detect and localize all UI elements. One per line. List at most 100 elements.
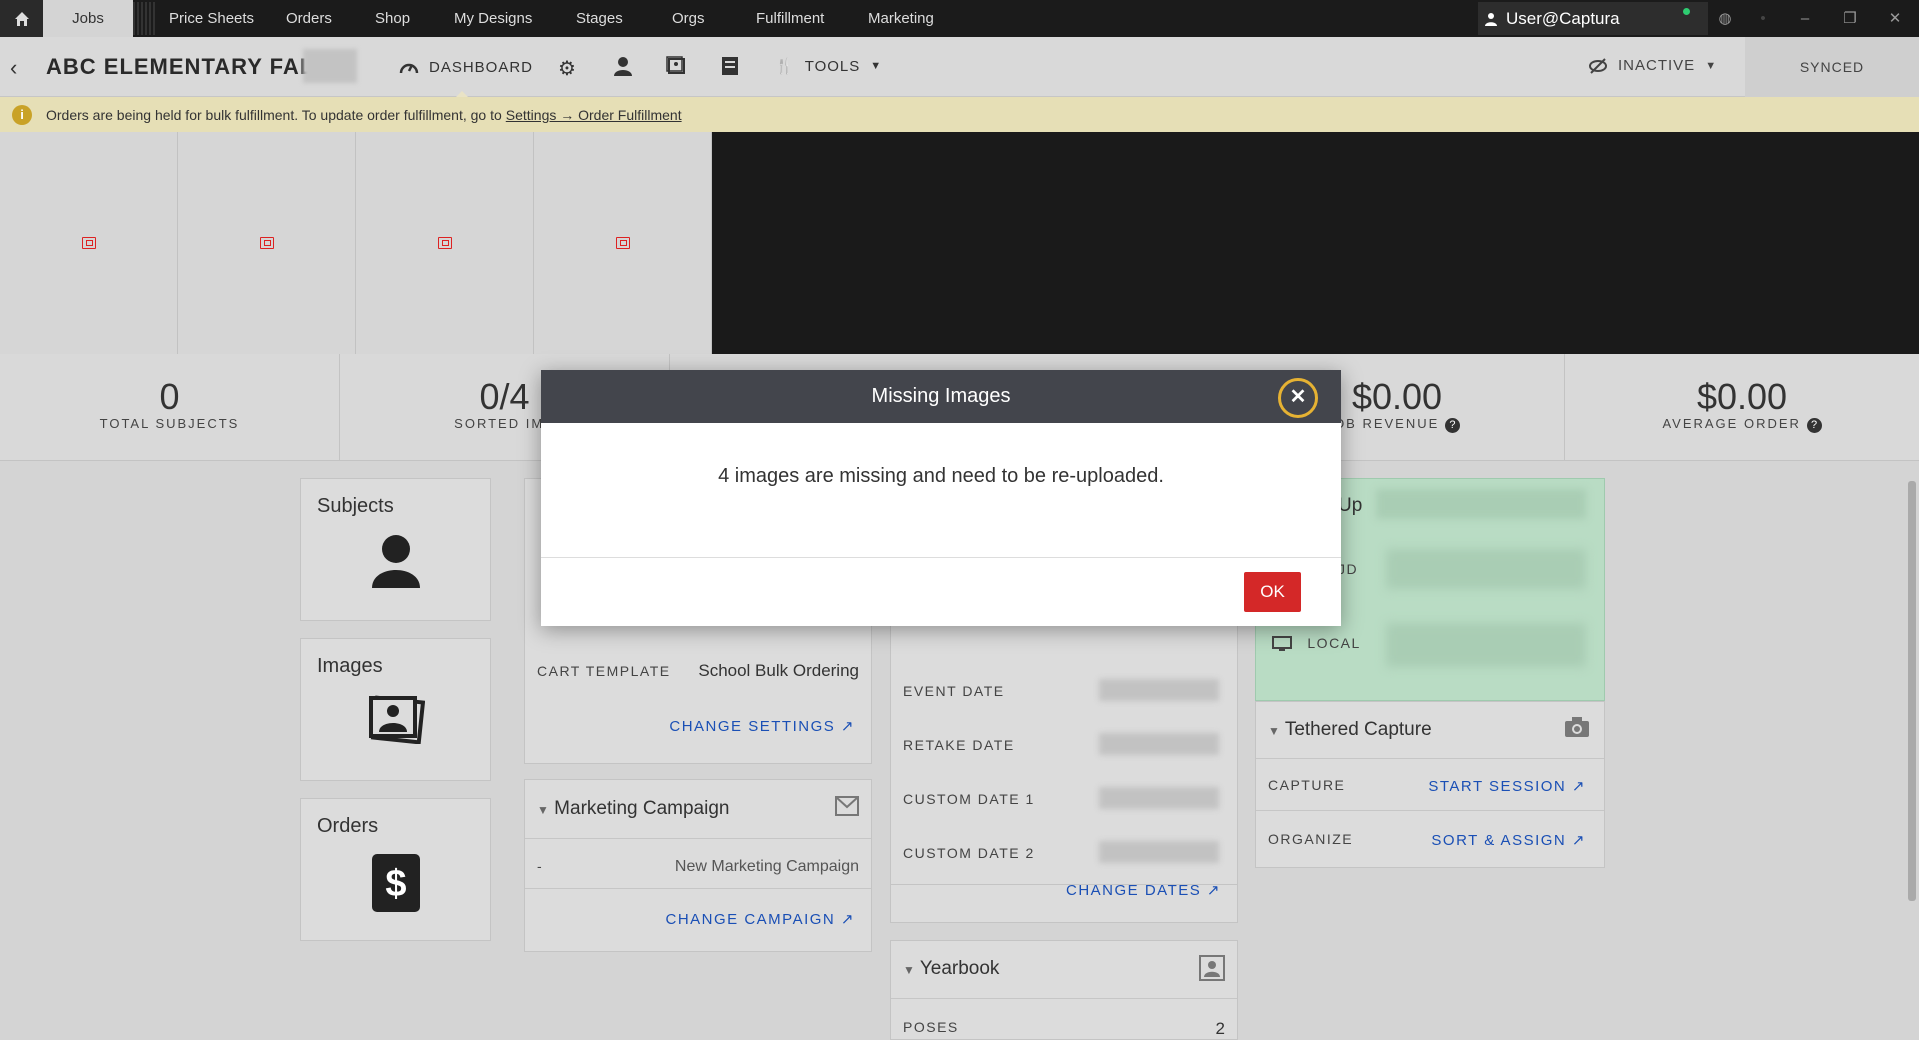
- change-dates-link[interactable]: CHANGE DATES ↗: [1066, 881, 1221, 899]
- tethered-capture-card: ▼ Tethered Capture CAPTURE START SESSION…: [1255, 701, 1605, 868]
- scrollbar[interactable]: [1905, 461, 1919, 1031]
- user-name: User@Captura: [1506, 8, 1620, 28]
- poses-label: POSES: [903, 1019, 959, 1035]
- external-arrow-icon: ↗: [840, 911, 855, 928]
- settings-gear-icon[interactable]: ⚙: [558, 56, 576, 81]
- tab-price-sheets[interactable]: Price Sheets: [169, 0, 254, 37]
- home-button[interactable]: [0, 0, 43, 37]
- card-title: Orders: [317, 815, 379, 837]
- start-session-link[interactable]: START SESSION ↗: [1428, 777, 1586, 795]
- stat-label: AVERAGE ORDER ?: [1565, 416, 1919, 433]
- stat-label: TOTAL SUBJECTS: [99, 416, 240, 431]
- user-menu[interactable]: User@Captura: [1478, 2, 1708, 35]
- sync-status[interactable]: SYNCED: [1745, 37, 1919, 97]
- capture-label: CAPTURE: [1268, 777, 1346, 793]
- image-strip: [0, 132, 712, 354]
- dialog-title: Missing Images: [541, 370, 1341, 423]
- change-campaign-link[interactable]: CHANGE CAMPAIGN ↗: [666, 910, 856, 928]
- image-thumbnail[interactable]: [178, 132, 356, 354]
- scrollbar-thumb[interactable]: [1908, 481, 1916, 901]
- user-icon: [1485, 12, 1497, 26]
- external-arrow-icon: ↗: [1206, 882, 1221, 899]
- restore-icon[interactable]: ❐: [1835, 0, 1865, 37]
- subjects-person-icon[interactable]: [613, 56, 633, 82]
- card-title: Images: [317, 655, 383, 677]
- globe-icon[interactable]: ◍: [1710, 0, 1740, 37]
- info-icon: i: [12, 104, 32, 125]
- redacted-value: [1099, 841, 1219, 863]
- close-window-icon[interactable]: ✕: [1880, 0, 1910, 37]
- images-gallery-icon[interactable]: [666, 56, 686, 82]
- redacted-value: [1099, 733, 1219, 755]
- alert-text: Orders are being held for bulk fulfillme…: [46, 106, 502, 123]
- dates-card-footer: CHANGE DATES ↗: [890, 882, 1238, 923]
- cart-template-value: School Bulk Ordering: [698, 661, 859, 680]
- svg-text:$: $: [385, 863, 406, 905]
- tethered-card-header[interactable]: ▼ Tethered Capture: [1268, 719, 1432, 741]
- campaign-name: New Marketing Campaign: [674, 858, 859, 875]
- image-thumbnail[interactable]: [0, 132, 178, 354]
- custom-date-1-row: CUSTOM DATE 1: [903, 787, 1225, 809]
- sort-assign-link[interactable]: SORT & ASSIGN ↗: [1431, 831, 1586, 849]
- order-fulfillment-link[interactable]: Settings → Order Fulfillment: [506, 107, 682, 123]
- yearbook-card: ▼ Yearbook POSES 2: [890, 940, 1238, 1040]
- dashboard-tab[interactable]: DASHBOARD: [399, 37, 533, 98]
- ok-button[interactable]: OK: [1244, 572, 1301, 612]
- job-title-redacted: [303, 49, 357, 83]
- tethered-card-title: Tethered Capture: [1284, 719, 1432, 740]
- missing-images-dialog: Missing Images ✕ 4 images are missing an…: [541, 370, 1341, 626]
- tab-my-designs[interactable]: My Designs: [454, 0, 532, 37]
- tab-stages[interactable]: Stages: [576, 0, 623, 37]
- redacted-value: [1099, 679, 1219, 701]
- retake-date-row: RETAKE DATE: [903, 733, 1225, 755]
- monitor-icon: [1272, 636, 1292, 652]
- divider: [891, 998, 1237, 999]
- external-arrow-icon: ↗: [1571, 778, 1586, 795]
- tab-orgs[interactable]: Orgs: [672, 0, 705, 37]
- marketing-card-header[interactable]: ▼ Marketing Campaign: [537, 798, 729, 820]
- orders-card[interactable]: Orders $: [300, 798, 491, 941]
- status-dropdown[interactable]: INACTIVE ▼: [1588, 57, 1717, 74]
- close-icon[interactable]: ✕: [1278, 378, 1318, 418]
- tab-jobs[interactable]: Jobs: [43, 0, 133, 37]
- tools-menu[interactable]: 🍴 TOOLS ▼: [775, 57, 882, 76]
- collapse-caret-icon: ▼: [537, 803, 549, 817]
- stat-value: $0.00: [1696, 376, 1788, 417]
- dollar-icon: $: [371, 854, 420, 917]
- dialog-message: 4 images are missing and need to be re-u…: [718, 465, 1164, 487]
- tab-orders[interactable]: Orders: [286, 0, 332, 37]
- envelope-icon: [835, 796, 859, 821]
- job-title: ABC ELEMENTARY FALL: [46, 54, 329, 79]
- redacted-value: [1386, 623, 1586, 667]
- help-icon[interactable]: ?: [1806, 418, 1822, 433]
- online-status-dot: [1683, 8, 1690, 15]
- job-header: ‹ ABC ELEMENTARY FALL DASHBOARD ⚙ 🍴 TOOL…: [0, 37, 1919, 98]
- tab-fulfillment[interactable]: Fulfillment: [756, 0, 824, 37]
- tab-marketing[interactable]: Marketing: [868, 0, 934, 37]
- tab-shop[interactable]: Shop: [375, 0, 410, 37]
- stat-total-subjects: 0 TOTAL SUBJECTS: [0, 354, 340, 461]
- back-arrow-icon[interactable]: ‹: [10, 55, 17, 81]
- divider: [1256, 758, 1604, 759]
- image-thumbnail[interactable]: [356, 132, 534, 354]
- local-label: LOCAL: [1307, 635, 1361, 651]
- yearbook-card-header[interactable]: ▼ Yearbook: [903, 958, 999, 980]
- photos-icon: [367, 694, 425, 749]
- images-card[interactable]: Images: [300, 638, 491, 781]
- redacted-value: [1376, 489, 1586, 519]
- cart-template-row: CART TEMPLATE School Bulk Ordering: [537, 661, 859, 680]
- change-settings-link[interactable]: CHANGE SETTINGS ↗: [669, 717, 855, 735]
- custom-date-1-label: CUSTOM DATE 1: [903, 791, 1035, 807]
- yearbook-card-title: Yearbook: [919, 958, 1000, 979]
- stat-average-order: $0.00 AVERAGE ORDER ?: [1565, 354, 1919, 461]
- minimize-icon[interactable]: –: [1790, 0, 1820, 37]
- dashboard-icon: [399, 63, 419, 74]
- campaign-dash: -: [537, 858, 544, 874]
- marketing-card-title: Marketing Campaign: [554, 798, 730, 819]
- subjects-card[interactable]: Subjects: [300, 478, 491, 621]
- home-icon: [14, 11, 29, 26]
- image-thumbnail[interactable]: [534, 132, 712, 354]
- order-form-icon[interactable]: [721, 56, 739, 82]
- external-arrow-icon: ↗: [840, 718, 855, 735]
- help-icon[interactable]: ?: [1444, 418, 1460, 433]
